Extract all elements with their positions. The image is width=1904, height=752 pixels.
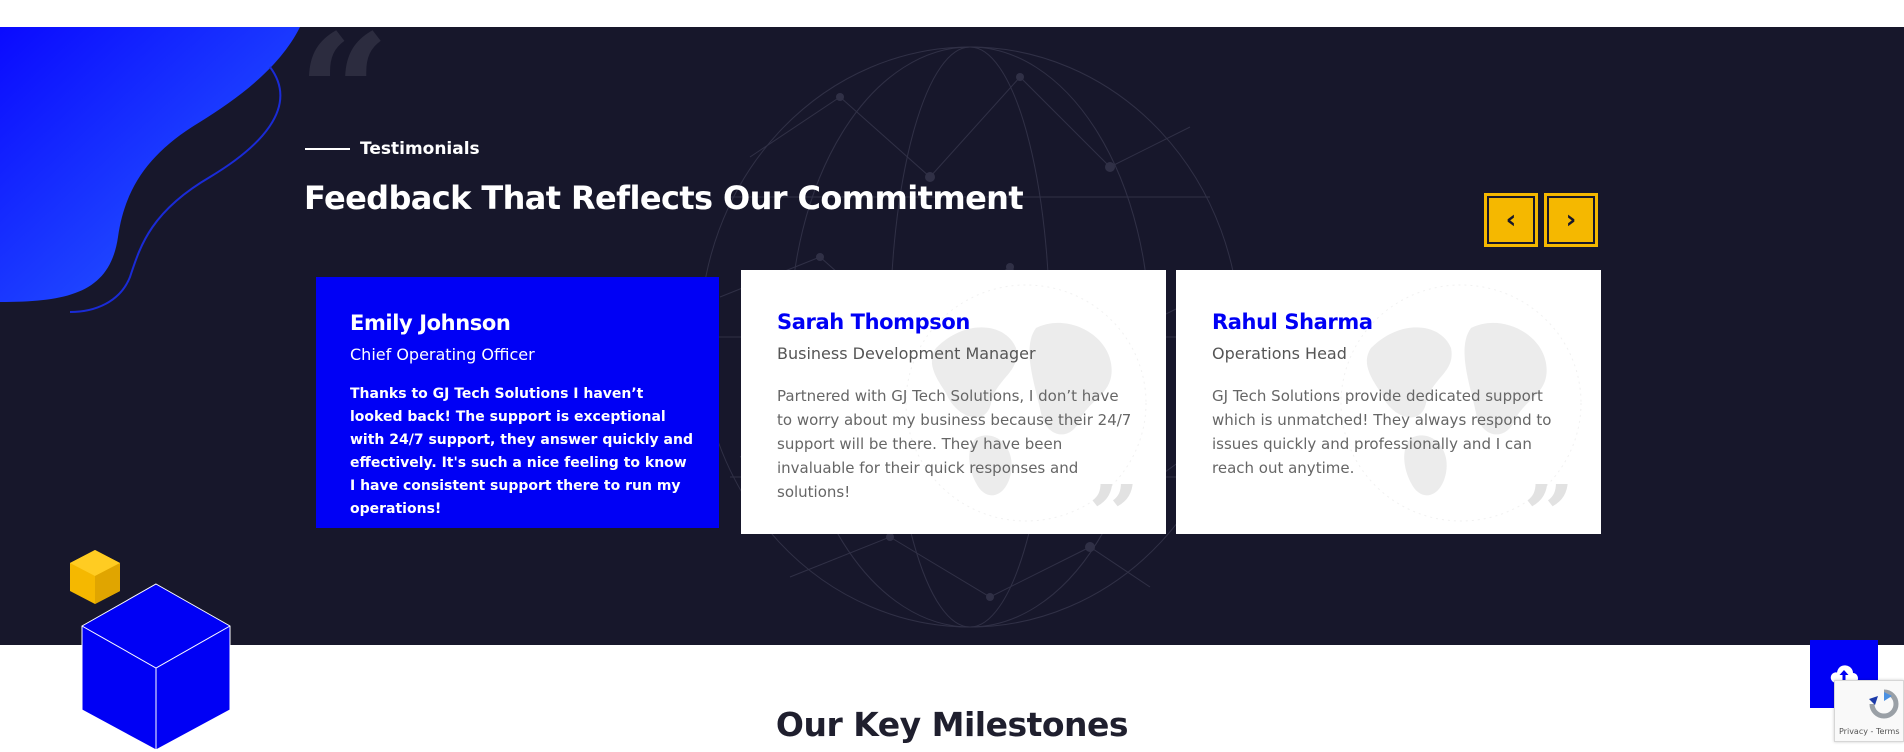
- eyebrow-line: [305, 148, 350, 150]
- testimonial-role: Business Development Manager: [777, 344, 1036, 363]
- milestones-heading: Our Key Milestones: [775, 705, 1129, 744]
- testimonial-role: Chief Operating Officer: [350, 345, 535, 364]
- top-strip: [0, 0, 1904, 27]
- recaptcha-badge[interactable]: Privacy - Terms: [1834, 680, 1904, 742]
- testimonial-card[interactable]: Rahul Sharma Operations Head GJ Tech Sol…: [1176, 270, 1601, 534]
- section-title: Feedback That Reflects Our Commitment: [304, 179, 1024, 217]
- quote-mark-icon: ”: [1088, 484, 1140, 534]
- testimonial-name: Sarah Thompson: [777, 310, 970, 334]
- recaptcha-icon: [1869, 689, 1899, 719]
- carousel-prev-button[interactable]: ‹: [1484, 193, 1538, 247]
- testimonial-text: Thanks to GJ Tech Solutions I haven’t lo…: [350, 386, 693, 517]
- carousel-next-button[interactable]: ›: [1544, 193, 1598, 247]
- testimonial-text: GJ Tech Solutions provide dedicated supp…: [1212, 387, 1552, 477]
- eyebrow-label: Testimonials: [360, 139, 480, 159]
- recaptcha-links[interactable]: Privacy - Terms: [1839, 727, 1900, 736]
- quote-mark-icon: ”: [1523, 484, 1575, 534]
- chevron-right-icon: ›: [1565, 205, 1577, 235]
- testimonial-role: Operations Head: [1212, 344, 1347, 363]
- testimonials-section: “ Testimonials Feedback That Reflects Ou…: [0, 27, 1904, 645]
- testimonial-name: Emily Johnson: [350, 311, 511, 335]
- section-eyebrow: Testimonials: [305, 139, 480, 159]
- decorative-blue-blob: [0, 27, 300, 313]
- chevron-left-icon: ‹: [1505, 205, 1517, 235]
- testimonial-name: Rahul Sharma: [1212, 310, 1373, 334]
- testimonial-card[interactable]: Sarah Thompson Business Development Mana…: [741, 270, 1166, 534]
- testimonial-card[interactable]: Emily Johnson Chief Operating Officer Th…: [316, 277, 719, 528]
- testimonial-text: Partnered with GJ Tech Solutions, I don’…: [777, 387, 1132, 501]
